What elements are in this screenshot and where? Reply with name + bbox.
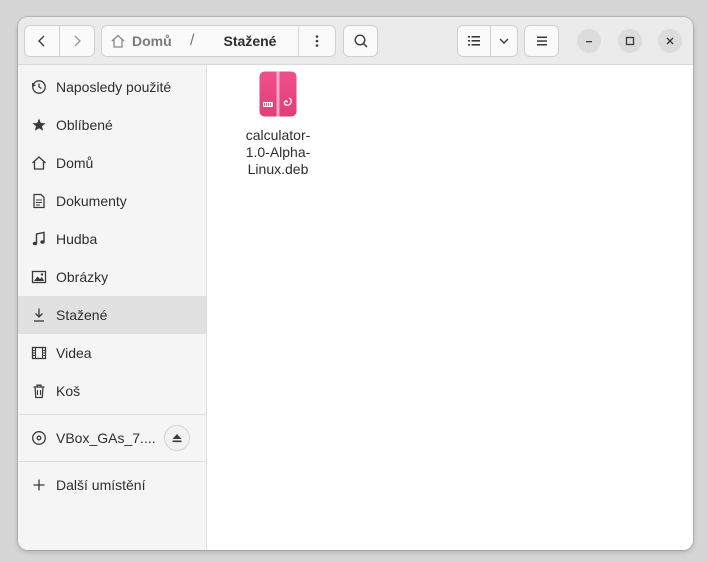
file-name-line: Linux.deb [247, 161, 309, 177]
list-view-button[interactable] [457, 25, 491, 57]
sidebar-item-downloads[interactable]: Stažené [18, 296, 206, 334]
vertical-dots-icon [315, 35, 319, 47]
eject-button[interactable] [164, 425, 190, 451]
path-bar: Domů / Stažené [101, 25, 336, 57]
trash-icon [33, 384, 45, 399]
breadcrumb-current[interactable]: Stažené [199, 26, 301, 56]
sidebar-item-videos[interactable]: Videa [18, 334, 206, 372]
sidebar-item-trash[interactable]: Koš [18, 372, 206, 410]
breadcrumb-home-label: Domů [132, 33, 172, 49]
star-icon [32, 118, 46, 131]
sidebar-item-other-locations[interactable]: Další umístění [18, 466, 206, 504]
breadcrumb-separator: / [190, 32, 195, 49]
deb-package-icon [259, 71, 297, 117]
main-menu-button[interactable] [524, 25, 559, 57]
sidebar: Naposledy použité Oblíbené Domů Dokument… [18, 65, 207, 550]
sidebar-item-documents[interactable]: Dokumenty [18, 182, 206, 220]
view-options-button[interactable] [490, 25, 518, 57]
chevron-left-icon [38, 35, 45, 47]
back-button[interactable] [24, 25, 60, 57]
close-icon [666, 37, 674, 45]
document-icon [33, 193, 45, 209]
minimize-button[interactable] [577, 29, 601, 53]
sidebar-item-label: Další umístění [56, 477, 146, 493]
sidebar-item-label: Dokumenty [56, 193, 127, 209]
maximize-icon [625, 36, 635, 46]
chevron-right-icon [74, 35, 81, 47]
sidebar-divider [18, 461, 206, 462]
sidebar-item-label: Videa [56, 345, 92, 361]
sidebar-item-starred[interactable]: Oblíbené [18, 106, 206, 144]
sidebar-item-label: Koš [56, 383, 81, 399]
sidebar-item-label: Domů [56, 155, 94, 171]
minimize-icon [586, 41, 592, 43]
sidebar-item-label: Hudba [56, 231, 98, 247]
sidebar-item-label: Oblíbené [56, 117, 113, 133]
close-button[interactable] [658, 29, 682, 53]
file-name-line: calculator- [245, 127, 311, 143]
sidebar-item-label: Stažené [56, 307, 108, 323]
breadcrumb-home[interactable]: Domů [110, 26, 172, 56]
sidebar-item-pictures[interactable]: Obrázky [18, 258, 206, 296]
file-manager-window: Domů / Stažené Naposledy použité Oblíben… [18, 17, 693, 550]
headerbar: Domů / Stažené [18, 17, 693, 65]
path-menu-button[interactable] [298, 26, 335, 56]
disc-icon [32, 431, 46, 445]
hamburger-menu-icon [536, 36, 547, 46]
sidebar-item-label: Obrázky [56, 269, 109, 285]
file-name-line: 1.0-Alpha- [245, 144, 311, 160]
sidebar-divider [18, 414, 206, 415]
clock-icon [31, 80, 46, 94]
maximize-button[interactable] [618, 29, 642, 53]
sidebar-item-recent[interactable]: Naposledy použité [18, 68, 206, 106]
chevron-down-icon [499, 38, 509, 44]
file-name: calculator- 1.0-Alpha- Linux.deb [233, 127, 323, 178]
search-icon [353, 34, 368, 48]
forward-button[interactable] [59, 25, 95, 57]
picture-icon [31, 270, 47, 284]
sidebar-item-label: VBox_GAs_7.... [56, 430, 156, 446]
plus-icon [33, 479, 45, 491]
film-icon [31, 346, 47, 360]
sidebar-item-home[interactable]: Domů [18, 144, 206, 182]
music-icon [32, 231, 45, 246]
sidebar-item-device[interactable]: VBox_GAs_7.... [18, 419, 206, 457]
home-icon [111, 34, 125, 48]
list-view-icon [468, 36, 480, 46]
file-view: calculator- 1.0-Alpha- Linux.deb [207, 65, 693, 550]
download-icon [34, 308, 44, 322]
eject-icon [172, 434, 182, 443]
home-icon [32, 156, 46, 170]
sidebar-item-label: Naposledy použité [56, 79, 172, 95]
sidebar-item-music[interactable]: Hudba [18, 220, 206, 258]
search-button[interactable] [343, 25, 378, 57]
